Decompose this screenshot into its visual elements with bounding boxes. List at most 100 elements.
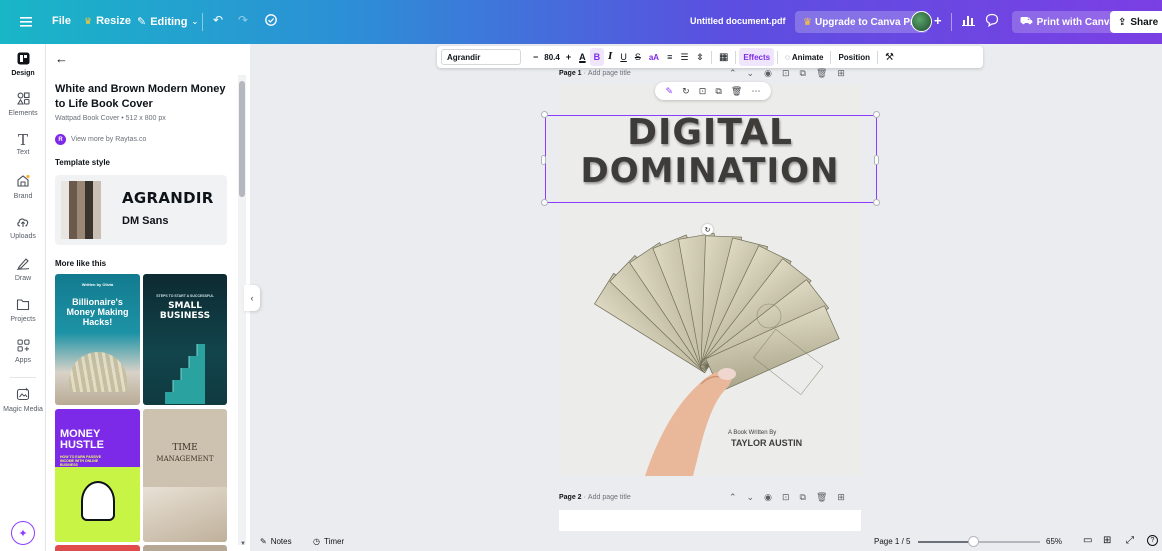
delete-icon[interactable]: 🗑 xyxy=(816,492,827,503)
resize-handle[interactable] xyxy=(541,199,548,206)
rail-item-design[interactable]: Design xyxy=(0,52,46,77)
file-menu[interactable]: File xyxy=(52,15,71,27)
rail-item-text[interactable]: T Text xyxy=(0,133,46,157)
case-button[interactable]: aA xyxy=(645,48,663,66)
hide-icon[interactable]: ◉ xyxy=(764,492,772,503)
duplicate-icon[interactable]: ⧉ xyxy=(800,68,806,79)
font-family-select[interactable]: Agrandir xyxy=(441,49,521,65)
align-center-icon[interactable]: ≡ xyxy=(663,48,676,66)
redo-icon[interactable]: ↷ xyxy=(238,13,248,27)
rail-item-brand[interactable]: Brand xyxy=(0,174,46,200)
page-counter[interactable]: Page 1 / 5 xyxy=(874,537,910,546)
byline-caption[interactable]: A Book Written By xyxy=(728,430,776,436)
collapse-panel-button[interactable]: ‹ xyxy=(244,285,260,311)
timer-button[interactable]: ◷ Timer xyxy=(313,537,344,546)
add-page-icon[interactable]: ⊞ xyxy=(837,492,845,503)
back-arrow-icon[interactable]: ← xyxy=(55,51,68,66)
page-title-input[interactable]: Add page title xyxy=(588,70,631,77)
template-thumbnail[interactable]: Written by Olivia Billionaire's Money Ma… xyxy=(55,274,140,405)
template-thumbnail[interactable]: TIME MANAGEMENT xyxy=(143,409,227,542)
template-thumbnail[interactable]: MONEY HUSTLE HOW TO EARN PASSIVE INCOME … xyxy=(55,409,140,542)
delete-icon[interactable]: 🗑 xyxy=(731,86,742,97)
duplicate-icon[interactable]: ⧉ xyxy=(715,86,721,97)
chevron-down-icon[interactable]: ⌄ xyxy=(747,68,755,79)
chevron-up-icon[interactable]: ⌃ xyxy=(729,492,737,503)
design-icon xyxy=(17,52,30,68)
hide-icon[interactable]: ◉ xyxy=(764,68,772,79)
cloud-save-icon[interactable] xyxy=(264,14,278,29)
author-name[interactable]: TAYLOR AUSTIN xyxy=(731,438,802,448)
rail-item-magic-media[interactable]: Magic Media xyxy=(0,387,46,413)
rail-item-uploads[interactable]: Uploads xyxy=(0,215,46,240)
scroll-down-icon[interactable]: ▼ xyxy=(240,541,246,547)
print-with-canva-button[interactable]: ⛟ Print with Canva xyxy=(1012,11,1123,33)
strikethrough-button[interactable]: S xyxy=(631,48,645,66)
chevron-down-icon[interactable]: ⌄ xyxy=(747,492,755,503)
menu-icon[interactable] xyxy=(17,13,35,31)
page-title-input[interactable]: Add page title xyxy=(588,494,631,501)
chevron-up-icon[interactable]: ⌃ xyxy=(729,68,737,79)
zoom-level[interactable]: 65% xyxy=(1046,537,1062,546)
underline-button[interactable]: U xyxy=(616,48,631,66)
font-size-input[interactable]: 80.4 xyxy=(542,53,562,62)
rail-item-draw[interactable]: Draw xyxy=(0,256,46,282)
upgrade-pro-button[interactable]: ♛ Upgrade to Canva Pro xyxy=(795,11,928,33)
italic-button[interactable]: I xyxy=(604,48,616,66)
rail-item-projects[interactable]: Projects xyxy=(0,298,46,323)
list-icon[interactable]: ☰ xyxy=(676,48,692,66)
scroll-thumb[interactable] xyxy=(239,81,245,197)
resize-handle[interactable] xyxy=(541,155,546,165)
page-grid-icon[interactable]: ▭ xyxy=(1083,535,1092,546)
grid-view-icon[interactable]: ⊞ xyxy=(1103,535,1111,546)
undo-icon[interactable]: ↶ xyxy=(213,13,223,27)
fullscreen-icon[interactable]: ⤢ xyxy=(1126,535,1134,546)
resize-handle[interactable] xyxy=(874,155,879,165)
resize-handle[interactable] xyxy=(873,111,880,118)
help-icon[interactable]: ? xyxy=(1147,535,1158,546)
resize-handle[interactable] xyxy=(873,199,880,206)
delete-icon[interactable]: 🗑 xyxy=(816,68,827,79)
duplicate-icon[interactable]: ⧉ xyxy=(800,492,806,503)
zoom-slider[interactable] xyxy=(918,536,1040,547)
resize-handle[interactable] xyxy=(541,111,548,118)
template-thumbnail[interactable]: STEPS TO START A SUCCESSFUL SMALL BUSINE… xyxy=(143,274,227,405)
rotate-icon[interactable]: ↻ xyxy=(682,86,690,97)
author-link[interactable]: R View more by Raytas.co xyxy=(55,134,146,145)
effects-button[interactable]: Effects xyxy=(739,48,775,66)
avatar[interactable] xyxy=(911,11,932,32)
notes-button[interactable]: ✎ Notes xyxy=(260,537,292,546)
lock-icon[interactable]: ⊡ xyxy=(699,86,707,97)
rotate-handle[interactable]: ↻ xyxy=(702,224,713,235)
template-thumbnail-partial[interactable] xyxy=(55,545,140,551)
add-page-icon[interactable]: ⊞ xyxy=(837,68,845,79)
lock-icon[interactable]: ⊡ xyxy=(782,492,790,503)
divider xyxy=(202,13,203,31)
share-icon: ⇪ xyxy=(1118,16,1127,28)
magic-edit-icon[interactable]: ✎ xyxy=(666,86,674,97)
magic-assistant-button[interactable]: ✦ xyxy=(11,521,35,545)
template-style-card[interactable]: AGRANDIR DM Sans xyxy=(55,175,227,245)
template-thumbnail-partial[interactable] xyxy=(143,545,227,551)
font-size-decrease[interactable]: − xyxy=(529,48,542,66)
zoom-slider-knob[interactable] xyxy=(967,536,979,547)
rail-item-elements[interactable]: Elements xyxy=(0,92,46,117)
resize-button[interactable]: ♛ Resize xyxy=(84,15,131,27)
copy-style-icon[interactable]: ⚒ xyxy=(881,48,898,66)
insights-icon[interactable] xyxy=(962,14,975,29)
share-button[interactable]: ⇪ Share xyxy=(1110,11,1162,33)
font-size-increase[interactable]: + xyxy=(562,48,575,66)
add-collaborator-icon[interactable]: + xyxy=(934,13,942,28)
more-icon[interactable]: ⋯ xyxy=(751,86,760,97)
bold-button[interactable]: B xyxy=(589,48,605,66)
page-2-canvas[interactable] xyxy=(559,510,861,531)
position-button[interactable]: Position xyxy=(834,48,874,66)
document-title[interactable]: Untitled document.pdf xyxy=(690,16,786,26)
spacing-icon[interactable]: ⇳ xyxy=(692,48,708,66)
text-color-button[interactable]: A xyxy=(575,48,590,66)
animate-button[interactable]: ◌ Animate xyxy=(781,48,827,66)
comments-icon[interactable] xyxy=(985,13,999,30)
editing-menu[interactable]: ✎ Editing ⌄ xyxy=(137,15,198,29)
rail-item-apps[interactable]: Apps xyxy=(0,339,46,364)
lock-icon[interactable]: ⊡ xyxy=(782,68,790,79)
transparency-icon[interactable]: ▦ xyxy=(715,48,732,66)
